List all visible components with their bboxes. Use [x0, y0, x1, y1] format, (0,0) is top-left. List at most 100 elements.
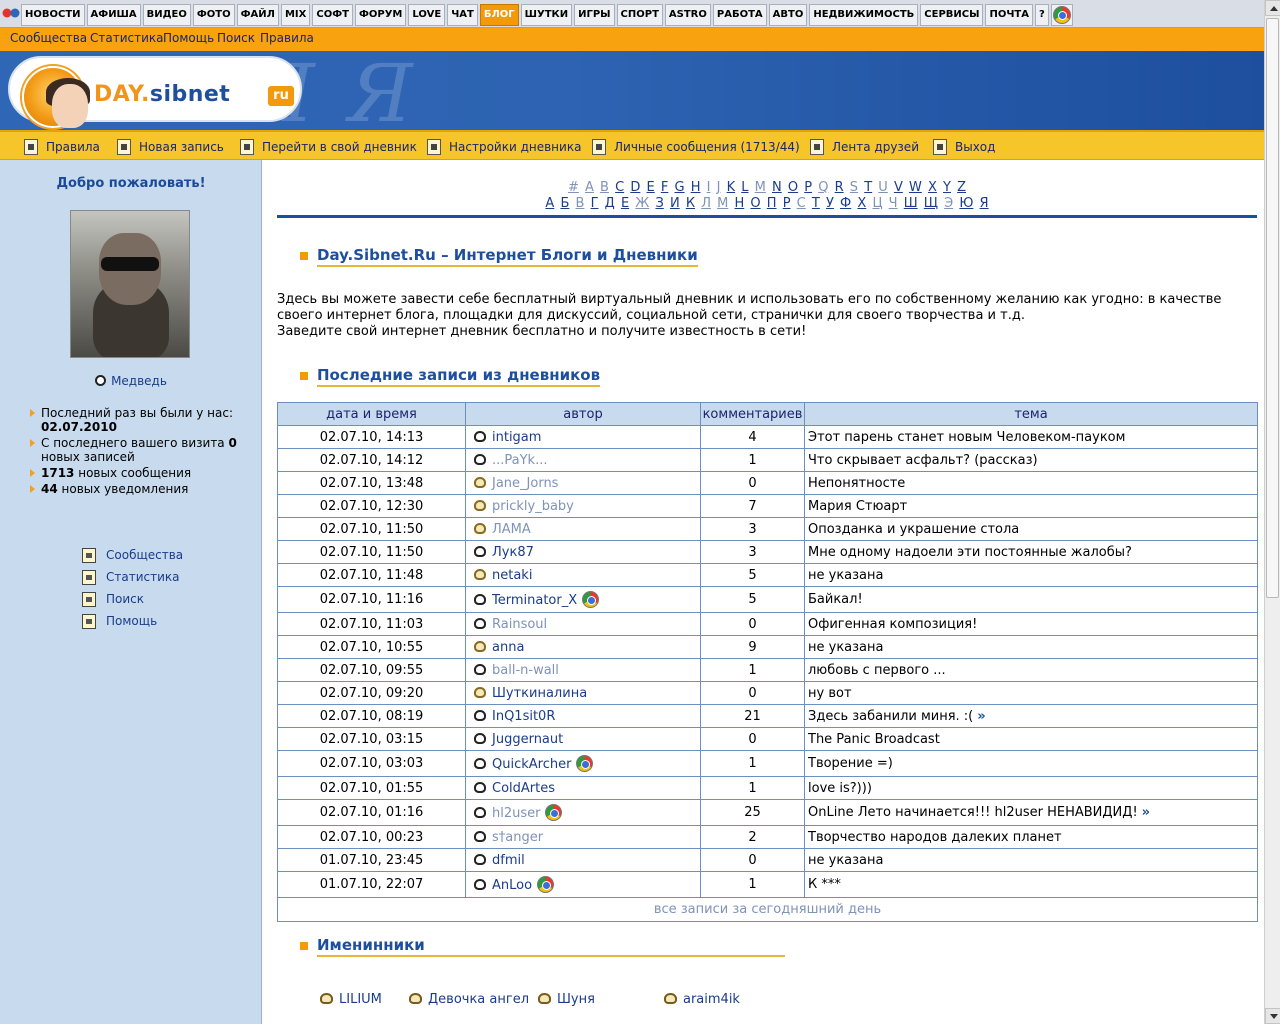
more-arrow-icon[interactable]: »	[1142, 805, 1150, 820]
toolbar-go-diary[interactable]: Перейти в свой дневник	[240, 137, 417, 157]
alphabet-letter[interactable]: I	[707, 180, 711, 195]
alphabet-letter[interactable]: Ф	[840, 196, 851, 211]
birthday-user-link[interactable]: Девочка ангел	[428, 992, 529, 1007]
topnav-item[interactable]: РАБОТА	[712, 4, 767, 26]
toolbar-diary-settings[interactable]: Настройки дневника	[427, 137, 581, 157]
topnav-item[interactable]: НОВОСТИ	[21, 4, 85, 26]
sidebar-item-search[interactable]: Поиск	[82, 588, 183, 610]
topnav-item[interactable]: СОФТ	[312, 4, 353, 26]
birthday-user-link[interactable]: araim4ik	[683, 992, 740, 1007]
topnav-item[interactable]: LOVE	[408, 4, 446, 26]
alphabet-letter[interactable]: У	[826, 196, 834, 211]
birthday-user[interactable]: Девочка ангел	[409, 992, 529, 1007]
post-topic[interactable]: Этот парень станет новым Человеком-пауко…	[804, 425, 1258, 449]
topnav-item[interactable]: СПОРТ	[616, 4, 663, 26]
toolbar-logout[interactable]: Выход	[933, 137, 995, 157]
alphabet-letter[interactable]: Я	[980, 196, 989, 211]
alphabet-letter[interactable]: Н	[734, 196, 744, 211]
author-link[interactable]: netaki	[492, 568, 532, 583]
alphabet-letter[interactable]: Р	[783, 196, 791, 211]
post-topic[interactable]: Творение =)	[804, 750, 1258, 777]
site-logo[interactable]: DAY.sibnet ru	[8, 56, 302, 128]
alphabet-letter[interactable]: Ш	[904, 196, 918, 211]
topnav-item[interactable]: БЛОГ	[479, 4, 519, 26]
author-link[interactable]: prickly_baby	[492, 499, 574, 514]
topnav-item[interactable]: АВТО	[768, 4, 808, 26]
all-today-link[interactable]: все записи за сегодняшний день	[654, 902, 881, 917]
alphabet-letter[interactable]: F	[661, 180, 668, 195]
avatar[interactable]	[70, 210, 190, 358]
topnav-item[interactable]: ИГРЫ	[574, 4, 615, 26]
alphabet-letter[interactable]: П	[767, 196, 777, 211]
author-link[interactable]: intigam	[492, 430, 541, 445]
author-link[interactable]: ColdArtes	[492, 781, 555, 796]
author-link[interactable]: Лук87	[492, 545, 534, 560]
subnav-rules-link[interactable]: Правила	[260, 31, 314, 45]
alphabet-letter[interactable]: R	[835, 180, 844, 195]
subnav-search-link[interactable]: Поиск	[217, 31, 255, 45]
post-topic[interactable]: Непонятносте	[804, 471, 1258, 495]
alphabet-letter[interactable]: A	[585, 180, 594, 195]
alphabet-letter[interactable]: U	[878, 180, 888, 195]
alphabet-letter[interactable]: Э	[944, 196, 953, 211]
post-topic[interactable]: love is?)))	[804, 776, 1258, 800]
alphabet-letter[interactable]: Ч	[889, 196, 898, 211]
toolbar-new-post[interactable]: Новая запись	[117, 137, 224, 157]
alphabet-letter[interactable]: G	[674, 180, 684, 195]
birthday-user[interactable]: araim4ik	[664, 992, 740, 1007]
author-link[interactable]: ...PaYk...	[492, 453, 548, 468]
author-link[interactable]: Jane_Jorns	[492, 476, 558, 491]
alphabet-letter[interactable]: P	[804, 180, 812, 195]
author-link[interactable]: Rainsoul	[492, 617, 547, 632]
post-topic[interactable]: любовь с первого ...	[804, 658, 1258, 682]
alphabet-letter[interactable]: M	[755, 180, 766, 195]
post-topic[interactable]: Мария Стюарт	[804, 494, 1258, 518]
alphabet-letter[interactable]: Б	[560, 196, 569, 211]
author-link[interactable]: anna	[492, 640, 524, 655]
more-arrow-icon[interactable]: »	[977, 709, 985, 724]
subnav-communities-link[interactable]: Сообщества	[10, 31, 87, 45]
author-link[interactable]: Terminator_X	[492, 593, 577, 608]
birthday-user-link[interactable]: Шуня	[557, 992, 595, 1007]
author-link[interactable]: dfmil	[492, 853, 525, 868]
alphabet-letter[interactable]: Ж	[635, 196, 649, 211]
alphabet-letter[interactable]: Г	[591, 196, 599, 211]
post-topic[interactable]: Опозданка и украшение стола	[804, 517, 1258, 541]
alphabet-letter[interactable]: K	[727, 180, 736, 195]
alphabet-letter[interactable]: А	[545, 196, 554, 211]
post-topic[interactable]: Мне одному надоели эти постоянные жалобы…	[804, 540, 1258, 564]
alphabet-letter[interactable]: H	[691, 180, 701, 195]
alphabet-letter[interactable]: L	[741, 180, 748, 195]
topnav-item[interactable]: ПОЧТА	[985, 4, 1033, 26]
author-link[interactable]: s†anger	[492, 830, 543, 845]
alphabet-letter[interactable]: Л	[701, 196, 711, 211]
topnav-item[interactable]: ФОТО	[192, 4, 235, 26]
topnav-item[interactable]: АФИША	[86, 4, 141, 26]
alphabet-letter[interactable]: З	[655, 196, 663, 211]
author-link[interactable]: InQ1sit0R	[492, 709, 555, 724]
toolbar-messages[interactable]: Личные сообщения (1713/44)	[592, 137, 800, 157]
alphabet-letter[interactable]: D	[630, 180, 640, 195]
birthday-user[interactable]: Шуня	[538, 992, 595, 1007]
post-topic[interactable]: Здесь забанили миня. :(»	[804, 704, 1258, 728]
topnav-item[interactable]: НЕДВИЖИМОСТЬ	[809, 4, 919, 26]
page-scrollbar[interactable]	[1264, 0, 1280, 1024]
birthday-user[interactable]: LILIUM	[320, 992, 382, 1007]
toolbar-rules[interactable]: Правила	[24, 137, 100, 157]
alphabet-letter[interactable]: J	[717, 180, 721, 195]
alphabet-letter[interactable]: E	[646, 180, 654, 195]
alphabet-letter[interactable]: S	[850, 180, 858, 195]
birthday-user-link[interactable]: LILIUM	[339, 992, 382, 1007]
alphabet-letter[interactable]: Z	[957, 180, 966, 195]
author-link[interactable]: QuickArcher	[492, 757, 571, 772]
subnav-statistics-link[interactable]: Статистика	[90, 31, 164, 45]
alphabet-letter[interactable]: B	[600, 180, 609, 195]
scroll-up-button[interactable]	[1265, 0, 1280, 16]
post-topic[interactable]: Что скрывает асфальт? (рассказ)	[804, 448, 1258, 472]
alphabet-letter[interactable]: В	[576, 196, 585, 211]
post-topic[interactable]: Творчество народов далеких планет	[804, 825, 1258, 849]
scroll-down-button[interactable]	[1265, 1008, 1280, 1024]
scroll-thumb[interactable]	[1266, 18, 1279, 598]
post-topic[interactable]: ну вот	[804, 681, 1258, 705]
post-topic[interactable]: Байкал!	[804, 586, 1258, 613]
